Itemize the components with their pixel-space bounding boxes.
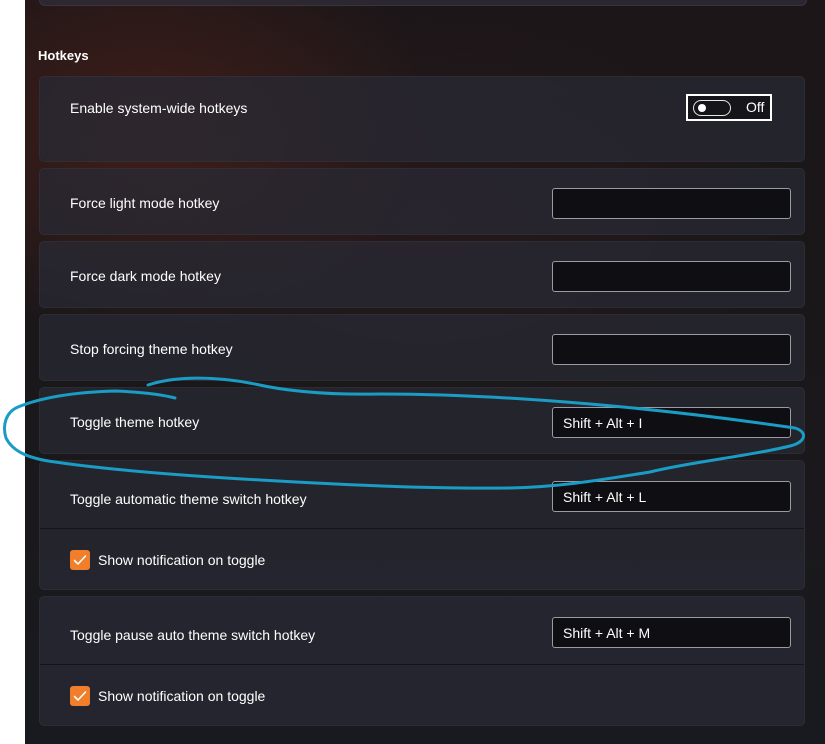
screenshot-page: Hotkeys Enable system-wide hotkeys Off F… — [0, 0, 825, 744]
toggle-state-text: Off — [746, 99, 765, 115]
toggle-auto-theme-card: Toggle automatic theme switch hotkey Shi… — [39, 460, 805, 590]
section-title: Hotkeys — [38, 48, 89, 63]
stop-forcing-theme-card: Stop forcing theme hotkey — [39, 314, 805, 381]
force-dark-hotkey-label: Force dark mode hotkey — [70, 268, 221, 284]
notification-checkbox-label: Show notification on toggle — [98, 688, 266, 704]
enable-hotkeys-card: Enable system-wide hotkeys Off — [39, 76, 805, 162]
toggle-theme-hotkey-card: Toggle theme hotkey Shift + Alt + I — [39, 387, 805, 454]
notification-checkbox-label: Show notification on toggle — [98, 552, 266, 568]
force-light-hotkey-input[interactable] — [552, 188, 791, 219]
toggle-theme-hotkey-input[interactable]: Shift + Alt + I — [552, 407, 791, 438]
enable-hotkeys-toggle[interactable]: Off — [686, 94, 772, 121]
card-divider — [40, 664, 804, 665]
toggle-auto-theme-input[interactable]: Shift + Alt + L — [552, 481, 791, 512]
checkmark-icon — [73, 555, 87, 565]
toggle-pause-auto-theme-input[interactable]: Shift + Alt + M — [552, 617, 791, 648]
left-margin — [0, 0, 25, 744]
force-light-hotkey-card: Force light mode hotkey — [39, 168, 805, 235]
checkmark-icon — [73, 691, 87, 701]
toggle-theme-hotkey-label: Toggle theme hotkey — [70, 414, 200, 430]
force-dark-hotkey-input[interactable] — [552, 261, 791, 292]
stop-forcing-theme-input[interactable] — [552, 334, 791, 365]
toggle-switch-knob — [698, 104, 706, 112]
force-light-hotkey-label: Force light mode hotkey — [70, 195, 220, 211]
enable-hotkeys-label: Enable system-wide hotkeys — [70, 100, 248, 116]
stop-forcing-theme-label: Stop forcing theme hotkey — [70, 341, 233, 357]
toggle-switch-track — [693, 100, 731, 116]
toggle-auto-theme-label: Toggle automatic theme switch hotkey — [70, 491, 307, 507]
settings-window: Hotkeys Enable system-wide hotkeys Off F… — [25, 0, 825, 744]
toggle-pause-auto-theme-card: Toggle pause auto theme switch hotkey Sh… — [39, 596, 805, 726]
notification-checkbox[interactable] — [70, 686, 90, 706]
notification-checkbox[interactable] — [70, 550, 90, 570]
toggle-pause-auto-theme-label: Toggle pause auto theme switch hotkey — [70, 627, 316, 643]
card-divider — [40, 528, 804, 529]
previous-card — [39, 0, 807, 6]
force-dark-hotkey-card: Force dark mode hotkey — [39, 241, 805, 308]
